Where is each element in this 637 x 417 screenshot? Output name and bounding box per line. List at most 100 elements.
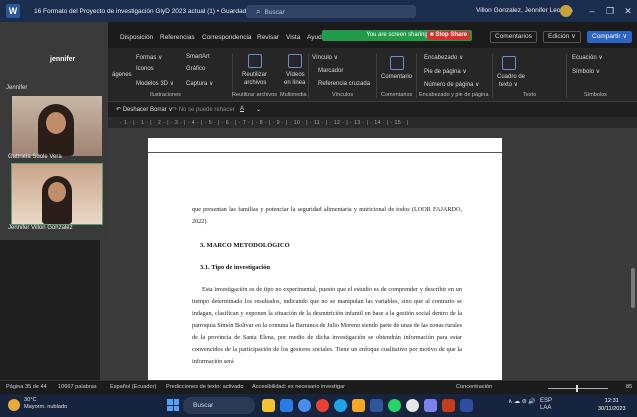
footer-button[interactable]: Pie de página ∨ (424, 68, 467, 75)
close-button[interactable]: ✕ (621, 4, 635, 18)
images-button[interactable]: ágenes (112, 72, 132, 78)
whatsapp-icon[interactable] (388, 399, 401, 412)
3d-models-button[interactable]: Modelos 3D ∨ (136, 80, 174, 87)
customize-qat-button[interactable]: ⌄ (256, 106, 261, 113)
self-name: jennifer (50, 56, 76, 63)
lang-code: ESP (540, 398, 553, 404)
tab-vista[interactable]: Vista (286, 34, 300, 41)
weather-desc: Mayorm. nublado (24, 404, 68, 410)
comment-button[interactable]: Comentario (381, 74, 412, 80)
vertical-scrollbar[interactable] (631, 268, 635, 308)
participant-video-2[interactable] (11, 163, 103, 225)
edge-icon[interactable] (334, 399, 347, 412)
chrome-icon[interactable] (316, 399, 329, 412)
stop-share-button[interactable]: ■ Stop Share (427, 31, 470, 40)
ruler-ticks: · 1 · | · 1 · | · 2 · | · 3 · | · 4 · | … (120, 120, 409, 126)
tab-revisar[interactable]: Revisar (257, 34, 279, 41)
page-count[interactable]: Página 35 de 44 (6, 384, 47, 390)
ribbon-separator (376, 54, 377, 98)
zoom-meeting-icon[interactable] (460, 399, 473, 412)
group-encabezado: Encabezado y pie de página (419, 92, 489, 98)
title-bar: W 16 Formato del Proyecto de investigaci… (0, 0, 637, 22)
screenshot-button[interactable]: Captura ∨ (186, 80, 213, 87)
weather-widget[interactable]: 30°C Mayorm. nublado (24, 397, 67, 411)
horizontal-ruler[interactable]: · 1 · | · 1 · | · 2 · | · 3 · | · 4 · | … (100, 117, 637, 128)
text-box-label-2[interactable]: texto ∨ (499, 81, 518, 88)
shapes-button[interactable]: Formas ∨ (136, 54, 162, 61)
smartart-button[interactable]: SmartArt (186, 54, 210, 60)
minimize-button[interactable]: – (585, 4, 599, 18)
word-taskbar-icon[interactable] (370, 399, 383, 412)
word-app-icon: W (6, 4, 20, 18)
heading-tipo-investigacion[interactable]: 3.1. Tipo de investigación (200, 264, 270, 271)
taskbar-search[interactable]: Buscar (183, 397, 255, 414)
explorer-app-icon[interactable] (262, 399, 275, 412)
ribbon-separator (492, 54, 493, 98)
participant-video-1[interactable] (12, 96, 102, 156)
teams-icon[interactable] (424, 399, 437, 412)
taskbar: 30°C Mayorm. nublado Buscar ∧ ☁ ⊜ 🔊 ESP … (0, 394, 637, 417)
system-tray[interactable]: ∧ ☁ ⊜ 🔊 (508, 398, 536, 405)
edit-mode-button[interactable]: Edición ∨ (543, 31, 581, 43)
heading-marco-metodologico[interactable]: 3. MARCO METODOLÓGICO (200, 242, 290, 249)
paragraph-1[interactable]: que presentan las familias y potenciar l… (192, 204, 462, 228)
zoom-app-icon[interactable] (298, 399, 311, 412)
bookmark-button[interactable]: Marcador (318, 68, 343, 74)
screen-sharing-label: You are screen sharing (366, 32, 428, 38)
ribbon-separator (416, 54, 417, 98)
files-label[interactable]: archivos (244, 80, 266, 86)
document-title[interactable]: 16 Formato del Proyecto de investigación… (34, 7, 256, 15)
reuse-label[interactable]: Reutilizar (242, 72, 267, 78)
videos-label[interactable]: Vídeos (286, 72, 305, 78)
focus-button[interactable]: Concentración (456, 384, 492, 390)
header-button[interactable]: Encabezado ∨ (424, 54, 463, 61)
weather-temp: 30°C (24, 397, 37, 403)
restore-button[interactable]: ❐ (603, 4, 617, 18)
icons-button[interactable]: Iconos (136, 66, 154, 72)
equation-button[interactable]: Ecuación ∨ (572, 54, 603, 61)
cross-reference-button[interactable]: Referencia cruzada (318, 81, 370, 87)
accessibility-status[interactable]: Accesibilidad: es necesario investigar (252, 384, 345, 390)
link-button[interactable]: Vínculo ∨ (312, 54, 338, 61)
tab-disposicion[interactable]: Disposición (120, 34, 153, 41)
comment-icon (390, 56, 404, 70)
page-number-button[interactable]: Número de página ∨ (424, 81, 479, 88)
folder-icon[interactable] (352, 399, 365, 412)
comments-button[interactable]: Comentarios (490, 31, 537, 43)
chart-button[interactable]: Gráfico (186, 66, 205, 72)
zoom-level[interactable]: 85 (626, 384, 632, 390)
word-count[interactable]: 10667 palabras (58, 384, 97, 390)
redo-button[interactable]: ↷ No se puede rehacer (172, 106, 235, 113)
clock[interactable]: 12:31 30/11/2023 (598, 397, 626, 413)
reuse-files-icon (248, 54, 262, 68)
account-name[interactable]: Villon Gonzalez, Jennifer Leonela (476, 7, 573, 14)
paragraph-2[interactable]: Esta investigación es de tipo no experim… (192, 284, 462, 368)
document-page[interactable]: que presentan las familias y potenciar l… (148, 138, 502, 380)
participant-1-name: Gabriela Suole Vera (8, 154, 62, 160)
clock-time: 12:31 (604, 398, 619, 404)
search-box[interactable]: ⌕ Buscar (246, 5, 416, 18)
online-label[interactable]: en línea (284, 80, 305, 86)
taskview-icon[interactable] (280, 399, 293, 412)
app-icon[interactable] (406, 399, 419, 412)
undo-button[interactable]: ↶ Deshacer Borrar ∨ (116, 106, 173, 113)
tab-referencias[interactable]: Referencias (160, 34, 195, 41)
input-language[interactable]: ESP LAA (540, 398, 552, 412)
powerpoint-icon[interactable] (442, 399, 455, 412)
lang-layout: LAA (540, 405, 552, 411)
text-box-label[interactable]: Cuadro de (497, 74, 525, 80)
participant-face (46, 112, 66, 134)
zoom-slider[interactable] (548, 388, 608, 389)
text-predictions-status[interactable]: Predicciones de texto: activado (166, 384, 243, 390)
symbol-button[interactable]: Símbolo ∨ (572, 68, 600, 75)
avatar[interactable] (560, 5, 572, 17)
font-color-button[interactable]: A (240, 106, 244, 112)
weather-icon[interactable] (8, 399, 20, 411)
group-multimedia: Multimedia (280, 92, 307, 98)
language-status[interactable]: Español (Ecuador) (110, 384, 156, 390)
start-button[interactable] (167, 399, 179, 411)
participant-2-name: Jennifer Villon Gonzalez (8, 225, 73, 231)
tab-correspondencia[interactable]: Correspondencia (202, 34, 252, 41)
zoom-slider-thumb[interactable] (576, 385, 578, 392)
share-button[interactable]: Compartir ∨ (587, 31, 633, 43)
